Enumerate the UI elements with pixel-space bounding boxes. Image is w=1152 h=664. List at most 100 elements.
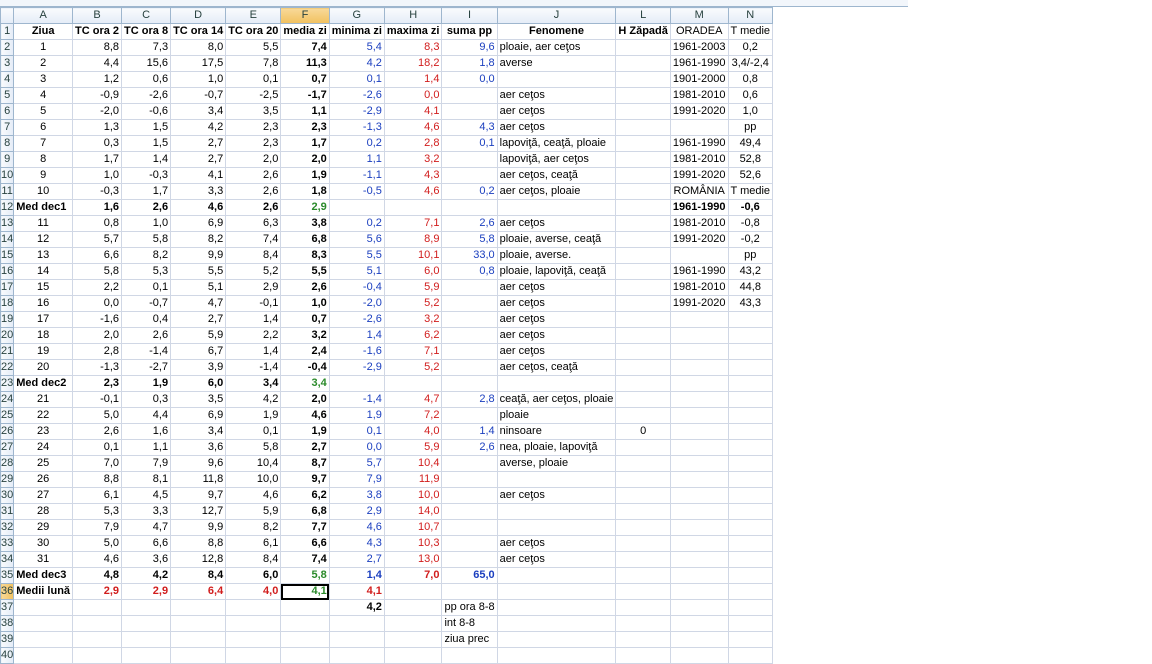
cell-i11[interactable]: 0,2 xyxy=(441,183,498,200)
cell-n6[interactable]: 1,0 xyxy=(727,103,774,120)
row-header-31[interactable]: 31 xyxy=(0,503,15,520)
cell-g14[interactable]: 5,6 xyxy=(328,231,385,248)
cell-d8[interactable]: 2,7 xyxy=(170,135,227,152)
cell-c29[interactable]: 8,1 xyxy=(121,471,172,488)
cell-l10[interactable] xyxy=(615,167,671,184)
cell-m25[interactable] xyxy=(669,407,729,424)
cell-d17[interactable]: 5,1 xyxy=(170,279,227,296)
cell-d5[interactable]: -0,7 xyxy=(170,87,227,104)
cell-f8[interactable]: 1,7 xyxy=(280,135,330,152)
cell-h25[interactable]: 7,2 xyxy=(383,407,443,424)
cell-d18[interactable]: 4,7 xyxy=(170,295,227,312)
cell-m1[interactable]: ORADEA xyxy=(669,23,729,40)
cell-f25[interactable]: 4,6 xyxy=(280,407,330,424)
cell-m15[interactable] xyxy=(669,247,729,264)
cell-l40[interactable] xyxy=(615,647,671,664)
cell-m17[interactable]: 1981-2010 xyxy=(669,279,729,296)
cell-b35[interactable]: 4,8 xyxy=(72,567,123,584)
row-header-39[interactable]: 39 xyxy=(0,631,15,648)
cell-m20[interactable] xyxy=(669,327,729,344)
cell-c33[interactable]: 6,6 xyxy=(121,535,172,552)
cell-j8[interactable]: lapoviţă, ceaţă, ploaie xyxy=(496,135,617,152)
cell-n13[interactable]: -0,8 xyxy=(727,215,774,232)
cell-h33[interactable]: 10,3 xyxy=(383,535,443,552)
cell-d24[interactable]: 3,5 xyxy=(170,391,227,408)
cell-g40[interactable] xyxy=(328,647,385,664)
cell-c15[interactable]: 8,2 xyxy=(121,247,172,264)
cell-h2[interactable]: 8,3 xyxy=(383,39,443,56)
cell-g25[interactable]: 1,9 xyxy=(328,407,385,424)
cell-a10[interactable]: 9 xyxy=(13,167,74,184)
cell-n3[interactable]: 3,4/-2,4 xyxy=(727,55,774,72)
cell-h31[interactable]: 14,0 xyxy=(383,503,443,520)
cell-c11[interactable]: 1,7 xyxy=(121,183,172,200)
cell-b11[interactable]: -0,3 xyxy=(72,183,123,200)
row-header-35[interactable]: 35 xyxy=(0,567,15,584)
cell-g19[interactable]: -2,6 xyxy=(328,311,385,328)
cell-f37[interactable] xyxy=(280,599,330,616)
cell-d29[interactable]: 11,8 xyxy=(170,471,227,488)
cell-b13[interactable]: 0,8 xyxy=(72,215,123,232)
cell-b37[interactable] xyxy=(72,599,123,616)
cell-c23[interactable]: 1,9 xyxy=(121,375,172,392)
cell-e9[interactable]: 2,0 xyxy=(225,151,282,168)
cell-i9[interactable] xyxy=(441,151,498,168)
cell-n5[interactable]: 0,6 xyxy=(727,87,774,104)
cell-f16[interactable]: 5,5 xyxy=(280,263,330,280)
cell-e5[interactable]: -2,5 xyxy=(225,87,282,104)
cell-m36[interactable] xyxy=(669,583,729,600)
cell-i20[interactable] xyxy=(441,327,498,344)
cell-e11[interactable]: 2,6 xyxy=(225,183,282,200)
cell-c3[interactable]: 15,6 xyxy=(121,55,172,72)
cell-d14[interactable]: 8,2 xyxy=(170,231,227,248)
cell-a2[interactable]: 1 xyxy=(13,39,74,56)
cell-g38[interactable] xyxy=(328,615,385,632)
cell-c16[interactable]: 5,3 xyxy=(121,263,172,280)
cell-h15[interactable]: 10,1 xyxy=(383,247,443,264)
cell-m28[interactable] xyxy=(669,455,729,472)
cell-j29[interactable] xyxy=(496,471,617,488)
cell-n8[interactable]: 49,4 xyxy=(727,135,774,152)
cell-c36[interactable]: 2,9 xyxy=(121,583,172,600)
cell-l2[interactable] xyxy=(615,39,671,56)
cell-a16[interactable]: 14 xyxy=(13,263,74,280)
column-header-f[interactable]: F xyxy=(280,7,330,24)
column-header-n[interactable]: N xyxy=(727,7,774,24)
row-header-10[interactable]: 10 xyxy=(0,167,15,184)
cell-g37[interactable]: 4,2 xyxy=(328,599,385,616)
cell-d23[interactable]: 6,0 xyxy=(170,375,227,392)
cell-h8[interactable]: 2,8 xyxy=(383,135,443,152)
cell-b40[interactable] xyxy=(72,647,123,664)
row-header-9[interactable]: 9 xyxy=(0,151,15,168)
cell-b5[interactable]: -0,9 xyxy=(72,87,123,104)
cell-i8[interactable]: 0,1 xyxy=(441,135,498,152)
cell-h9[interactable]: 3,2 xyxy=(383,151,443,168)
row-header-37[interactable]: 37 xyxy=(0,599,15,616)
cell-a15[interactable]: 13 xyxy=(13,247,74,264)
column-header-j[interactable]: J xyxy=(496,7,617,24)
cell-e36[interactable]: 4,0 xyxy=(225,583,282,600)
cell-c31[interactable]: 3,3 xyxy=(121,503,172,520)
cell-e29[interactable]: 10,0 xyxy=(225,471,282,488)
cell-f27[interactable]: 2,7 xyxy=(280,439,330,456)
cell-h26[interactable]: 4,0 xyxy=(383,423,443,440)
cell-i2[interactable]: 9,6 xyxy=(441,39,498,56)
cell-f15[interactable]: 8,3 xyxy=(280,247,330,264)
cell-e17[interactable]: 2,9 xyxy=(225,279,282,296)
cell-d2[interactable]: 8,0 xyxy=(170,39,227,56)
cell-h30[interactable]: 10,0 xyxy=(383,487,443,504)
cell-f3[interactable]: 11,3 xyxy=(280,55,330,72)
cell-e40[interactable] xyxy=(225,647,282,664)
row-header-30[interactable]: 30 xyxy=(0,487,15,504)
cell-f7[interactable]: 2,3 xyxy=(280,119,330,136)
cell-c25[interactable]: 4,4 xyxy=(121,407,172,424)
cell-g16[interactable]: 5,1 xyxy=(328,263,385,280)
row-header-2[interactable]: 2 xyxy=(0,39,15,56)
cell-d20[interactable]: 5,9 xyxy=(170,327,227,344)
cell-m21[interactable] xyxy=(669,343,729,360)
cell-g24[interactable]: -1,4 xyxy=(328,391,385,408)
cell-j9[interactable]: lapoviţă, aer ceţos xyxy=(496,151,617,168)
cell-a21[interactable]: 19 xyxy=(13,343,74,360)
cell-l36[interactable] xyxy=(615,583,671,600)
cell-d21[interactable]: 6,7 xyxy=(170,343,227,360)
